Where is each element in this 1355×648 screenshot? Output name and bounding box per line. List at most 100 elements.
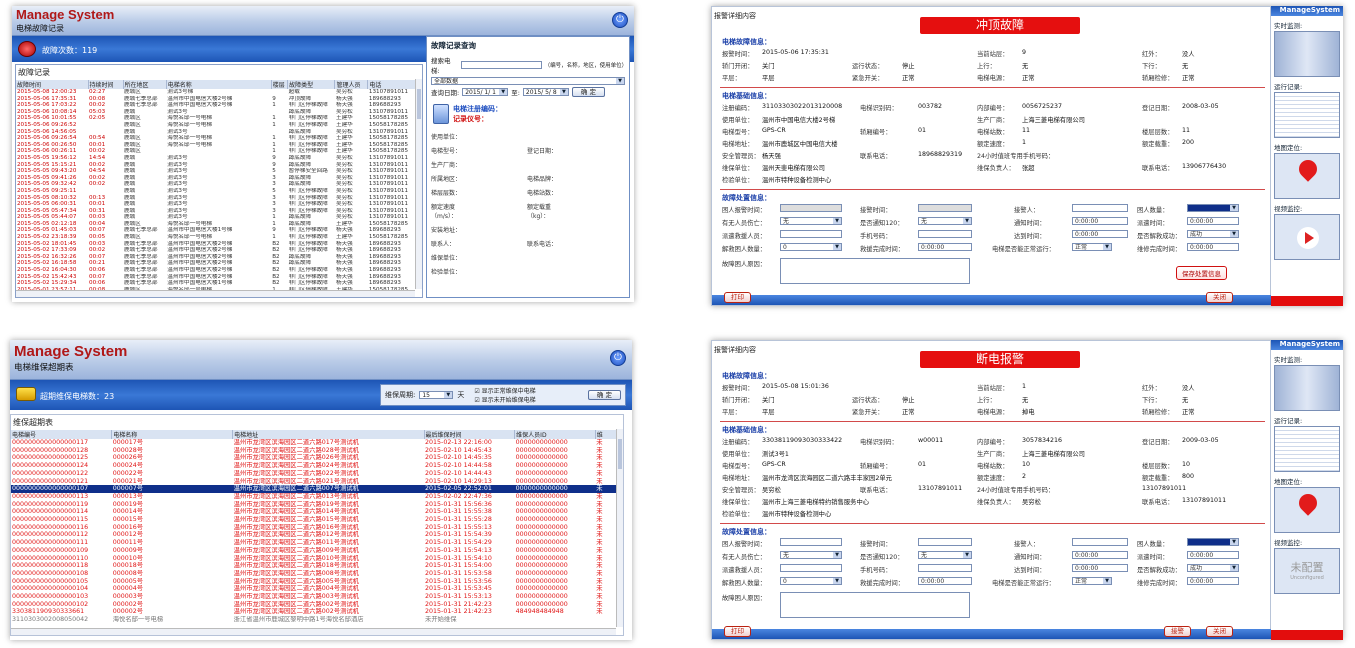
- trapped-count-select[interactable]: [1187, 538, 1239, 546]
- table-row[interactable]: 2015-05-05 05:47:34 00:31 鹿城 测试3号 3 非门区停梯故障 吴穷…: [16, 208, 422, 215]
- table-row[interactable]: 0000000000000000105 000005号 温州市龙湾区滨海园区二道六路…: [11, 578, 623, 586]
- table-row[interactable]: 2015-05-02 15:29:34 00:06 鹿城七季总部 温州市中国电信大楼1…: [16, 280, 422, 287]
- table-row[interactable]: 2015-05-05 06:00:31 00:01 鹿城 测试3号 3 非门区停梯故障 吴穷…: [16, 201, 422, 208]
- table-row[interactable]: 2015-05-05 09:32:42 00:02 鹿城 测试3号 3 蹲底故障 吴穷松 13…: [16, 181, 422, 188]
- reason-textarea[interactable]: [780, 258, 970, 284]
- vertical-scrollbar[interactable]: [616, 429, 623, 627]
- arrive-time-input[interactable]: 0:00:00: [1072, 230, 1128, 238]
- table-row[interactable]: 0000000000000000113 000013号 温州市龙湾区滨海园区二道六路…: [11, 493, 623, 501]
- table-row[interactable]: 2015-05-05 09:43:20 04:54 鹿城 测试3号 5 暂停梯安全回路 吴穷…: [16, 168, 422, 175]
- released-count-select[interactable]: 0: [780, 577, 842, 585]
- receiver-input[interactable]: [1072, 538, 1128, 546]
- table-row[interactable]: 2015-05-06 10:01:55 02:05 鹿城区 海悦名邸一号电梯 1 非门区停…: [16, 115, 422, 122]
- table-row[interactable]: 0000000000000000118 000018号 温州市龙湾区滨海园区二道六路…: [11, 562, 623, 570]
- table-row[interactable]: 2015-05-05 09:41:26 00:02 鹿城 测试3号 3 蹲底故障 吴穷松 13…: [16, 175, 422, 182]
- run-log-preview[interactable]: [1274, 426, 1340, 472]
- dispatch-time-input[interactable]: 0:00:00: [1187, 551, 1239, 559]
- table-row[interactable]: 2015-05-06 17:03:22 00:02 鹿城七季总部 温州市中国电信大楼2…: [16, 102, 422, 109]
- table-row[interactable]: 0000000000000000111 000011号 温州市龙湾区滨海园区二道六路…: [11, 539, 623, 547]
- released-count-select[interactable]: 0: [780, 243, 842, 251]
- print-button[interactable]: 打印: [724, 292, 751, 303]
- table-row[interactable]: 0000000000000000110 000010号 温州市龙湾区滨海园区二道六路…: [11, 555, 623, 563]
- column-header[interactable]: 电梯地址: [232, 430, 425, 439]
- table-row[interactable]: 2015-05-06 17:35:31 00:08 鹿城七季总部 温州市中国电信大楼2…: [16, 96, 422, 103]
- close-button[interactable]: 关闭: [1206, 626, 1233, 637]
- table-row[interactable]: 0000000000000000124 000024号 温州市龙湾区滨海园区二道六路…: [11, 462, 623, 470]
- notify-120-select[interactable]: 无: [918, 551, 972, 559]
- table-row[interactable]: 330381190930333661 000002号 温州市龙湾区滨海园区二道六路0…: [11, 608, 623, 616]
- table-row[interactable]: 2015-05-02 17:33:09 00:02 鹿城七季总部 温州市中国电信大楼2…: [16, 247, 422, 254]
- arrive-time-input[interactable]: 0:00:00: [1072, 564, 1128, 572]
- table-row[interactable]: 2015-05-05 02:12:18 00:04 鹿城区 海悦名邸一号电梯 1 蹲底故障…: [16, 221, 422, 228]
- table-row[interactable]: 2015-05-05 01:45:03 00:07 鹿城七季总部 温州市中国电信大楼1…: [16, 227, 422, 234]
- power-icon[interactable]: ⏻: [612, 12, 628, 28]
- table-row[interactable]: 0000000000000000108 000008号 温州市龙湾区滨海园区二道六路…: [11, 570, 623, 578]
- table-row[interactable]: 0000000000000000125 000026号 温州市龙湾区滨海园区二道六路…: [11, 454, 623, 462]
- table-row[interactable]: 2015-05-02 16:18:58 00:21 鹿城七季总部 温州市中国电信大楼2…: [16, 260, 422, 267]
- normal-run-select[interactable]: 正常: [1072, 577, 1112, 585]
- column-header[interactable]: 所在地区: [123, 80, 167, 89]
- table-row[interactable]: 0000000000000000102 000002号 温州市龙湾区滨海园区二道六路…: [11, 601, 623, 609]
- rescue-success-select[interactable]: 成功: [1187, 230, 1239, 238]
- map-preview[interactable]: [1274, 487, 1340, 533]
- column-header[interactable]: 电梯名称: [111, 430, 234, 439]
- scroll-thumb[interactable]: [618, 439, 622, 469]
- trap-time-input[interactable]: [780, 538, 842, 546]
- elevator-live-icon[interactable]: [1274, 365, 1340, 411]
- table-row[interactable]: 2015-05-08 12:00:23 02:27 鹿城区 测试3号梯 超载 吴穷松 131…: [16, 89, 422, 96]
- column-header[interactable]: 楼层: [271, 80, 289, 89]
- injury-select[interactable]: 无: [780, 551, 842, 559]
- video-preview[interactable]: [1274, 214, 1340, 260]
- table-row[interactable]: 2015-05-05 08:10:32 00:13 鹿城 测试3号 3 非门区停梯故障 吴穷…: [16, 195, 422, 202]
- search-input[interactable]: [461, 61, 542, 69]
- receive-time-input[interactable]: [918, 204, 972, 212]
- column-header[interactable]: 电梯编号: [11, 430, 113, 439]
- column-header[interactable]: 最后维保时间: [424, 430, 516, 439]
- table-row[interactable]: 2015-05-05 05:44:07 00:03 鹿城 测试3号 1 蹲底故障 吴穷松 13…: [16, 214, 422, 221]
- map-preview[interactable]: [1274, 153, 1340, 199]
- table-row[interactable]: 0000000000000000114 000014号 温州市龙湾区滨海园区二道六路…: [11, 508, 623, 516]
- checkbox-unstarted[interactable]: ☑ 显示未开始维保电梯: [474, 395, 535, 404]
- scroll-thumb[interactable]: [417, 89, 421, 119]
- repair-end-input[interactable]: 0:00:00: [1187, 243, 1239, 251]
- close-button[interactable]: 关闭: [1206, 292, 1233, 303]
- notify-120-select[interactable]: 无: [918, 217, 972, 225]
- rescuer-input[interactable]: [780, 564, 842, 572]
- reason-textarea[interactable]: [780, 592, 970, 618]
- trap-time-input[interactable]: [780, 204, 842, 212]
- table-row[interactable]: 2015-05-06 09:26:52 鹿城区 海悦名邸一号电梯 1 非门区停梯故障 王建…: [16, 122, 422, 129]
- normal-run-select[interactable]: 正常: [1072, 243, 1112, 251]
- table-row[interactable]: 2015-05-02 15:42:43 00:07 鹿城七季总部 温州市中国电信大楼2…: [16, 274, 422, 281]
- mobile-input[interactable]: [918, 230, 972, 238]
- table-row[interactable]: 2015-05-06 00:26:11 00:02 鹿城区 1 非门区停梯故障 王建华 15…: [16, 148, 422, 155]
- date-to-select[interactable]: 2015/ 5/ 8: [522, 88, 569, 96]
- column-header[interactable]: 故障类型: [287, 80, 336, 89]
- table-row[interactable]: 0000000000000000116 000016号 温州市龙湾区滨海园区二道六路…: [11, 524, 623, 532]
- column-header[interactable]: 管理人员: [334, 80, 369, 89]
- receive-time-input[interactable]: [918, 538, 972, 546]
- table-row[interactable]: 3110303002008050042 海悦名邸一号电梯 浙江省温州市鹿城区黎明中路…: [11, 616, 623, 624]
- column-header[interactable]: 持续时间: [88, 80, 124, 89]
- table-row[interactable]: 0000000000000000128 000028号 温州市龙湾区滨海园区二道六路…: [11, 447, 623, 455]
- table-row[interactable]: 0000000000000000104 000004号 温州市龙湾区滨海园区二道六路…: [11, 585, 623, 593]
- horizontal-scrollbar[interactable]: [11, 628, 616, 635]
- checkbox-normal[interactable]: ☑ 显示正常维保中电梯: [474, 386, 535, 395]
- run-log-preview[interactable]: [1274, 92, 1340, 138]
- table-row[interactable]: 0000000000000000109 000009号 温州市龙湾区滨海园区二道六路…: [11, 547, 623, 555]
- print-button[interactable]: 打印: [724, 626, 751, 637]
- mobile-input[interactable]: [918, 564, 972, 572]
- table-row[interactable]: 2015-05-02 18:01:45 00:03 鹿城七季总部 温州市中国电信大楼2…: [16, 241, 422, 248]
- table-row[interactable]: 0000000000000000121 000021号 温州市龙湾区滨海园区二道六路…: [11, 478, 623, 486]
- confirm-button[interactable]: 确 定: [571, 87, 605, 97]
- column-header[interactable]: 电梯名称: [166, 80, 272, 89]
- table-row[interactable]: 2015-05-06 09:26:54 00:54 鹿城区 海悦名邸一号电梯 1 非门区停…: [16, 135, 422, 142]
- table-row[interactable]: 0000000000000000112 000012号 温州市龙湾区滨海园区二道六路…: [11, 531, 623, 539]
- date-from-select[interactable]: 2015/ 1/ 1: [462, 88, 509, 96]
- period-select[interactable]: 15: [419, 391, 454, 399]
- table-row[interactable]: 2015-05-06 00:26:50 00:01 鹿城区 海悦名邸一号电梯 1 非门区停…: [16, 142, 422, 149]
- table-row[interactable]: 0000000000000000103 000003号 温州市龙湾区滨海园区二道六路…: [11, 593, 623, 601]
- repair-end-input[interactable]: 0:00:00: [1187, 577, 1239, 585]
- column-header[interactable]: 电话: [367, 80, 422, 89]
- rescue-end-input[interactable]: 0:00:00: [918, 243, 972, 251]
- save-button[interactable]: 保存处置信息: [1176, 266, 1227, 280]
